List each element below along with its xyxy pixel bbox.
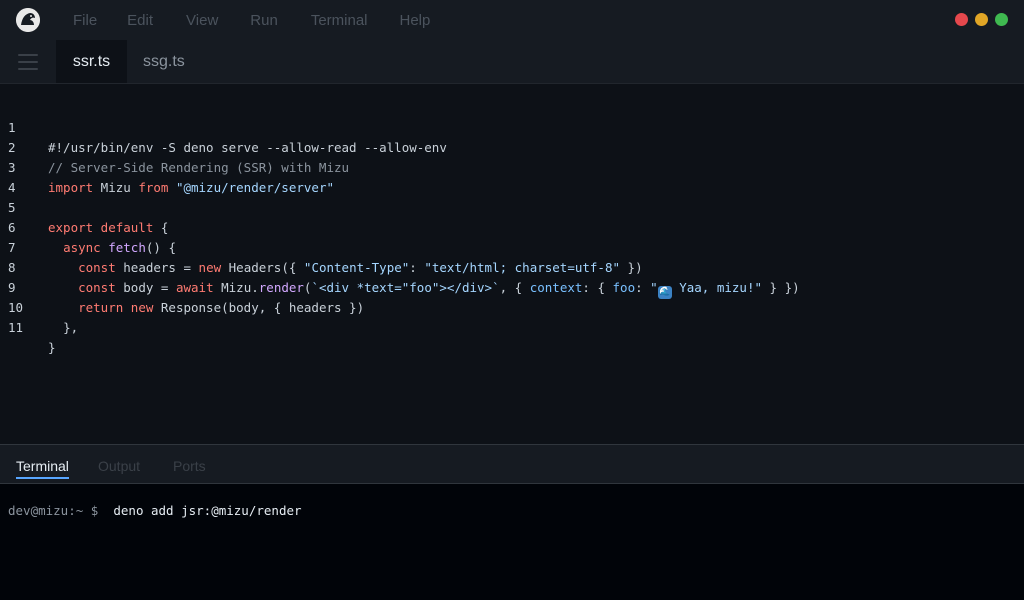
code-line: 1 #!/usr/bin/env -S deno serve --allow-r… bbox=[0, 98, 1024, 155]
menu-file[interactable]: File bbox=[73, 12, 97, 29]
line-number: 11 bbox=[8, 320, 24, 335]
code-line: 4 bbox=[0, 158, 1024, 195]
menu-terminal[interactable]: Terminal bbox=[311, 12, 368, 29]
menu-help[interactable]: Help bbox=[400, 12, 431, 29]
tab-ports[interactable]: Ports bbox=[173, 458, 206, 474]
editor-tab-bar: ssr.ts ssg.ts bbox=[0, 40, 1024, 84]
ide-window: File Edit View Run Terminal Help ssr.ts … bbox=[0, 0, 1024, 600]
panel-tab-bar: Terminal Output Ports bbox=[0, 444, 1024, 484]
code-line: 11 } bbox=[0, 298, 1024, 355]
code-line: 3 import Mizu from "@mizu/render/server" bbox=[0, 138, 1024, 195]
mizu-logo-icon[interactable] bbox=[16, 8, 40, 32]
code-line: 6 async fetch() { bbox=[0, 198, 1024, 255]
code-token: }, bbox=[63, 320, 79, 335]
code-line: 7 const headers = new Headers({ "Content… bbox=[0, 218, 1024, 275]
terminal-command[interactable]: deno add jsr:@mizu/render bbox=[113, 503, 301, 518]
title-bar: File Edit View Run Terminal Help bbox=[0, 0, 1024, 40]
hamburger-icon[interactable] bbox=[18, 54, 38, 70]
menu-edit[interactable]: Edit bbox=[127, 12, 153, 29]
tab-output[interactable]: Output bbox=[98, 458, 140, 474]
menu-run[interactable]: Run bbox=[250, 12, 278, 29]
tab-terminal[interactable]: Terminal bbox=[16, 458, 69, 479]
code-text: } bbox=[48, 340, 56, 355]
minimize-window-button[interactable] bbox=[975, 13, 988, 26]
menu-view[interactable]: View bbox=[186, 12, 218, 29]
close-window-button[interactable] bbox=[955, 13, 968, 26]
tab-ssr-ts[interactable]: ssr.ts bbox=[56, 40, 127, 83]
maximize-window-button[interactable] bbox=[995, 13, 1008, 26]
code-text: }, bbox=[48, 318, 78, 338]
terminal-panel[interactable]: dev@mizu:~ $ deno add jsr:@mizu/render bbox=[0, 484, 1024, 600]
code-line: 8 const body = await Mizu.render(`<div *… bbox=[0, 238, 1024, 299]
menu-bar: File Edit View Run Terminal Help bbox=[73, 0, 462, 40]
terminal-line: dev@mizu:~ $ deno add jsr:@mizu/render bbox=[8, 503, 302, 518]
tab-ssg-ts[interactable]: ssg.ts bbox=[143, 40, 185, 83]
code-line: 2 // Server-Side Rendering (SSR) with Mi… bbox=[0, 118, 1024, 175]
terminal-prompt: dev@mizu:~ $ bbox=[8, 503, 99, 518]
code-line: 5 export default { bbox=[0, 178, 1024, 235]
code-line: 10 }, bbox=[0, 278, 1024, 335]
code-line: 9 return new Response(body, { headers }) bbox=[0, 258, 1024, 315]
code-editor[interactable]: 1 #!/usr/bin/env -S deno serve --allow-r… bbox=[0, 84, 1024, 444]
